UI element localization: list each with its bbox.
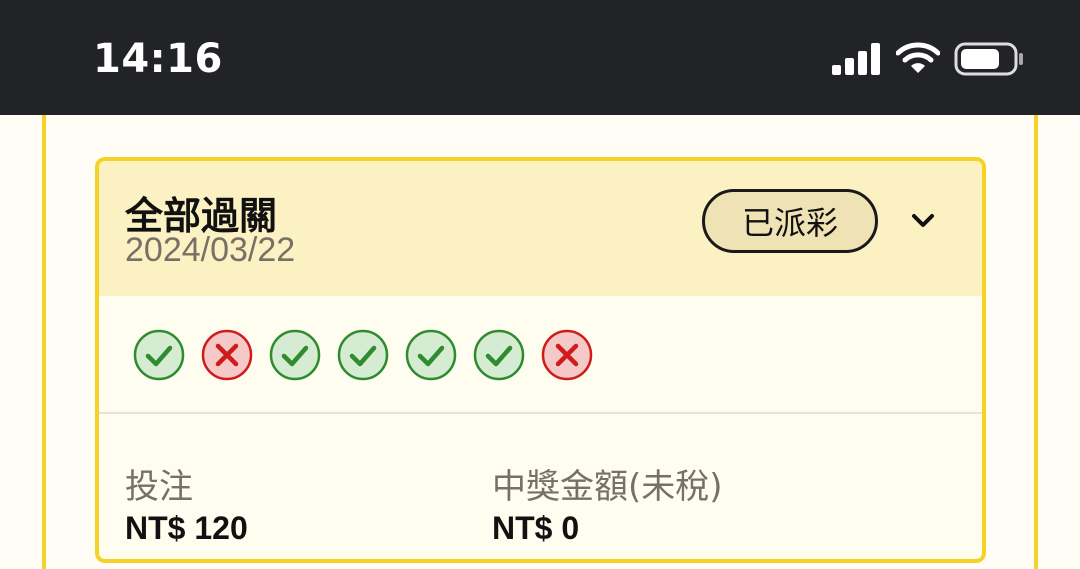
status-icons bbox=[830, 40, 1030, 80]
divider bbox=[99, 412, 982, 414]
stake-label: 投注 bbox=[125, 467, 193, 507]
wifi-icon bbox=[896, 42, 940, 73]
status-bar: 14:16 bbox=[0, 0, 1080, 115]
bet-card[interactable]: 全部過關 2024/03/22 已派彩 投注 NT$ 120 中獎金額(未稅) … bbox=[95, 157, 986, 563]
stake-value: NT$ 120 bbox=[125, 510, 248, 546]
status-badge: 已派彩 bbox=[702, 189, 878, 253]
x-circle-icon bbox=[541, 329, 593, 381]
cellular-signal-icon bbox=[832, 43, 880, 75]
check-circle-icon bbox=[337, 329, 389, 381]
bet-date: 2024/03/22 bbox=[125, 231, 296, 269]
battery-icon bbox=[954, 42, 1023, 76]
stake-block: 投注 NT$ 120 bbox=[125, 459, 248, 547]
x-circle-icon bbox=[201, 329, 253, 381]
chevron-down-icon[interactable] bbox=[905, 203, 941, 239]
payout-label: 中獎金額(未稅) bbox=[492, 467, 723, 507]
check-circle-icon bbox=[473, 329, 525, 381]
bet-card-header[interactable]: 全部過關 2024/03/22 已派彩 bbox=[99, 161, 982, 296]
check-circle-icon bbox=[269, 329, 321, 381]
payout-block: 中獎金額(未稅) NT$ 0 bbox=[492, 459, 723, 547]
status-time: 14:16 bbox=[93, 36, 223, 82]
check-circle-icon bbox=[405, 329, 457, 381]
leg-results bbox=[133, 329, 593, 383]
payout-value: NT$ 0 bbox=[492, 510, 580, 546]
check-circle-icon bbox=[133, 329, 185, 381]
